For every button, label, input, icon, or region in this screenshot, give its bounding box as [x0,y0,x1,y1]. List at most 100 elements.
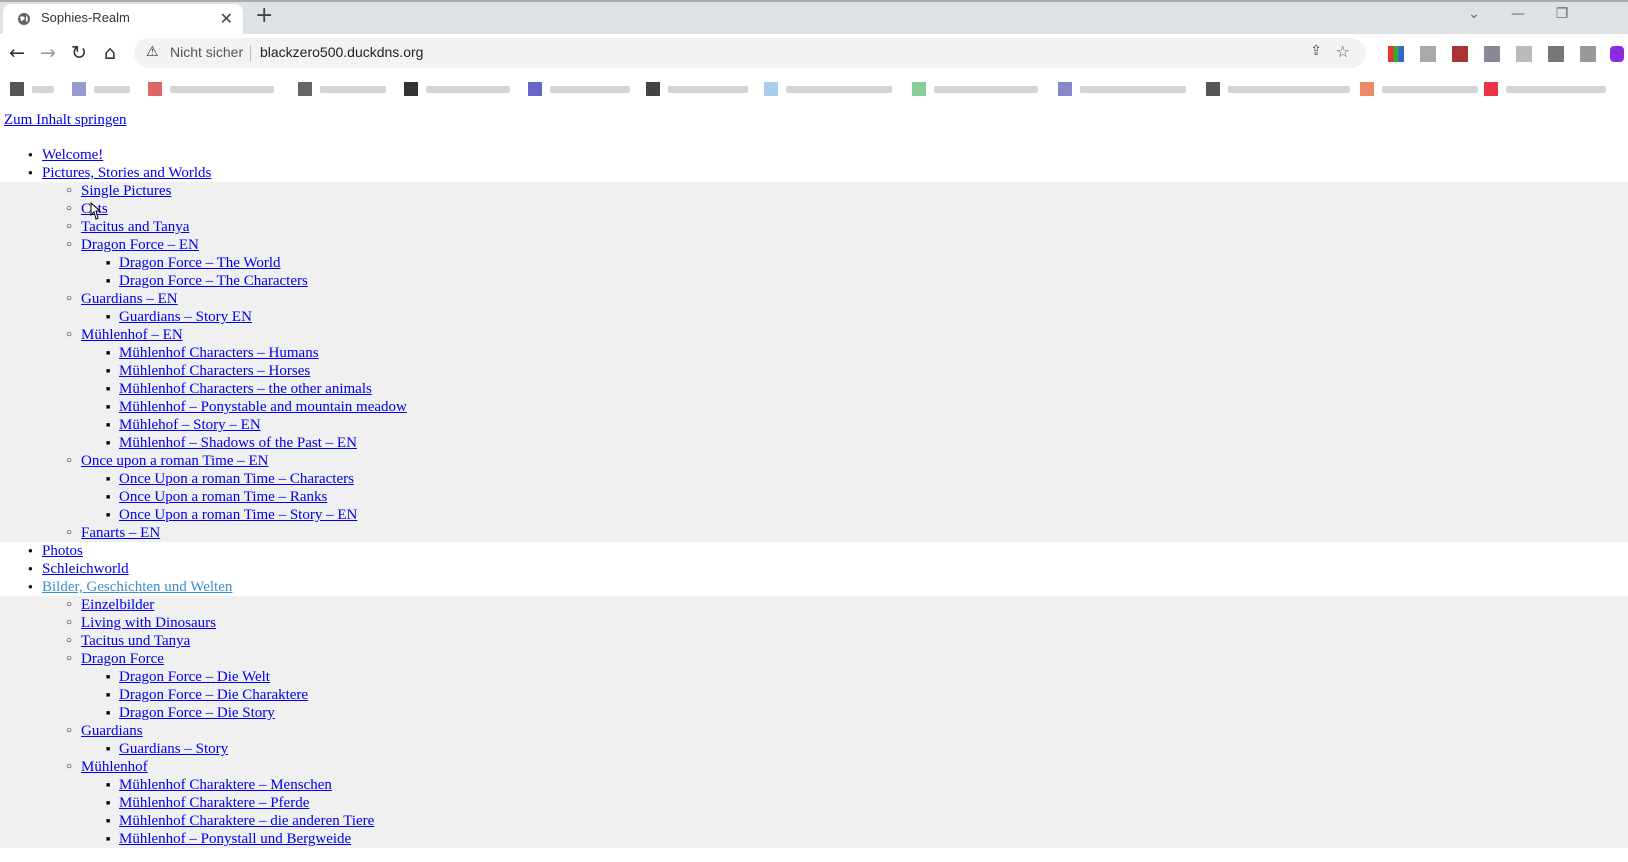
menu-link-muhlenhof-ponystable-and-mountain-meadow[interactable]: Mühlenhof – Ponystable and mountain mead… [119,398,407,416]
menu-item-muhlenhof-ponystable-and-mountain-meadow: ■ Mühlenhof – Ponystable and mountain mea… [0,398,1628,416]
address-bar[interactable]: ⚠ Nicht sicher blackzero500.duckdns.org … [134,38,1366,68]
restore-button[interactable]: ❐ [1540,0,1584,28]
mouse-cursor-icon [90,202,102,220]
menu-item-einzelbilder: ○ Einzelbilder [0,596,1628,614]
menu-link-muhlehof-story-en[interactable]: Mühlehof – Story – EN [119,416,261,434]
list-bullet-icon: ■ [106,403,111,411]
menu-link-once-upon-a-roman-time-ranks[interactable]: Once Upon a roman Time – Ranks [119,488,327,506]
menu-link-guardians[interactable]: Guardians [81,722,143,740]
menu-item-muhlenhof-characters-the-other-animals: ■ Mühlenhof Characters – the other animal… [0,380,1628,398]
list-bullet-icon: ○ [66,293,73,304]
menu-link-muhlenhof-charaktere-pferde[interactable]: Mühlenhof Charaktere – Pferde [119,794,309,812]
menu-item-dragon-force-die-charaktere: ■ Dragon Force – Die Charaktere [0,686,1628,704]
menu-link-muhlenhof-characters-humans[interactable]: Mühlenhof Characters – Humans [119,344,319,362]
list-bullet-icon: ■ [106,259,111,267]
extension-icon[interactable] [1484,46,1500,62]
menu-item-guardians-story: ■ Guardians – Story [0,740,1628,758]
bookmark-star-icon[interactable]: ☆ [1336,42,1350,61]
list-bullet-icon: ■ [106,493,111,501]
menu-link-pictures-stories-and-worlds[interactable]: Pictures, Stories and Worlds [42,164,211,182]
minimize-button[interactable]: — [1496,0,1540,28]
menu-link-dragon-force-die-charaktere[interactable]: Dragon Force – Die Charaktere [119,686,308,704]
tab-search-icon[interactable]: ⌄ [1452,0,1496,28]
extension-icon[interactable] [1388,46,1404,62]
menu-item-once-upon-a-roman-time-story-en: ■ Once Upon a roman Time – Story – EN [0,506,1628,524]
list-bullet-icon: ■ [106,745,111,753]
menu-link-once-upon-a-roman-time-characters[interactable]: Once Upon a roman Time – Characters [119,470,354,488]
menu-link-muhlenhof-charaktere-die-anderen-tiere[interactable]: Mühlenhof Charaktere – die anderen Tiere [119,812,374,830]
browser-tab[interactable]: Sophies-Realm ✕ [3,4,243,34]
primary-menu-en: ● Welcome! ● Pictures, Stories and Worlds ○ S… [0,146,1628,578]
extension-icon[interactable] [1420,46,1436,62]
tab-close-icon[interactable]: ✕ [220,9,233,28]
menu-link-bilder-geschichten-und-welten[interactable]: Bilder, Geschichten und Welten [42,578,232,596]
menu-link-single-pictures[interactable]: Single Pictures [81,182,171,200]
list-bullet-icon: ○ [66,239,73,250]
extension-icon[interactable] [1548,46,1564,62]
warning-icon[interactable]: ⚠ [146,44,159,60]
window-controls: ⌄—❐x [1452,0,1628,30]
menu-link-dragon-force-die-welt[interactable]: Dragon Force – Die Welt [119,668,270,686]
menu-link-muhlenhof-ponystall-und-bergweide[interactable]: Mühlenhof – Ponystall und Bergweide [119,830,351,848]
menu-link-muhlenhof-shadows-of-the-past-en[interactable]: Mühlenhof – Shadows of the Past – EN [119,434,357,452]
list-bullet-icon: ■ [106,349,111,357]
menu-item-guardians-story-en: ■ Guardians – Story EN [0,308,1628,326]
menu-link-dragon-force-the-characters[interactable]: Dragon Force – The Characters [119,272,308,290]
menu-link-welcome[interactable]: Welcome! [42,146,103,164]
back-button[interactable]: ← [6,42,28,64]
menu-item-schleichworld: ● Schleichworld [0,560,1628,578]
menu-link-einzelbilder[interactable]: Einzelbilder [81,596,154,614]
menu-link-muhlenhof-characters-the-other-animals[interactable]: Mühlenhof Characters – the other animals [119,380,372,398]
menu-item-welcome: ● Welcome! [0,146,1628,164]
new-tab-button[interactable]: + [255,3,273,28]
menu-link-muhlenhof-charaktere-menschen[interactable]: Mühlenhof Charaktere – Menschen [119,776,332,794]
menu-link-dragon-force-die-story[interactable]: Dragon Force – Die Story [119,704,275,722]
menu-link-living-with-dinosaurs[interactable]: Living with Dinosaurs [81,614,216,632]
menu-link-once-upon-a-roman-time-en[interactable]: Once upon a roman Time – EN [81,452,268,470]
list-bullet-icon: ○ [66,203,73,214]
security-label[interactable]: Nicht sicher [170,44,243,60]
menu-item-living-with-dinosaurs: ○ Living with Dinosaurs [0,614,1628,632]
menu-link-dragon-force[interactable]: Dragon Force [81,650,164,668]
list-bullet-icon: ■ [106,439,111,447]
home-button[interactable]: ⌂ [99,42,121,64]
url-text[interactable]: blackzero500.duckdns.org [260,44,423,60]
list-bullet-icon: ○ [66,455,73,466]
menu-link-schleichworld[interactable]: Schleichworld [42,560,129,578]
address-separator [250,45,251,61]
menu-link-guardians-story[interactable]: Guardians – Story [119,740,228,758]
page-content: Zum Inhalt springen ● Welcome! ● Pictures, … [0,106,1628,862]
menu-link-muhlenhof-characters-horses[interactable]: Mühlenhof Characters – Horses [119,362,310,380]
menu-link-dragon-force-the-world[interactable]: Dragon Force – The World [119,254,281,272]
menu-item-muhlenhof-charaktere-pferde: ■ Mühlenhof Charaktere – Pferde [0,794,1628,812]
menu-link-fanarts-en[interactable]: Fanarts – EN [81,524,160,542]
list-bullet-icon: ● [28,546,33,555]
extension-icon[interactable] [1452,46,1468,62]
menu-link-guardians-story-en[interactable]: Guardians – Story EN [119,308,252,326]
list-bullet-icon: ■ [106,385,111,393]
share-icon[interactable]: ⇪ [1310,43,1322,59]
browser-toolbar: ← → ↻ ⌂ ⚠ Nicht sicher blackzero500.duck… [0,34,1628,72]
list-bullet-icon: ● [28,150,33,159]
menu-link-tacitus-und-tanya[interactable]: Tacitus und Tanya [81,632,190,650]
list-bullet-icon: ■ [106,673,111,681]
menu-link-dragon-force-en[interactable]: Dragon Force – EN [81,236,199,254]
menu-link-photos[interactable]: Photos [42,542,83,560]
extension-icon[interactable] [1580,46,1596,62]
forward-button[interactable]: → [37,42,59,64]
menu-link-once-upon-a-roman-time-story-en[interactable]: Once Upon a roman Time – Story – EN [119,506,357,524]
menu-link-guardians-en[interactable]: Guardians – EN [81,290,178,308]
list-bullet-icon: ○ [66,635,73,646]
menu-link-muhlenhof[interactable]: Mühlenhof [81,758,148,776]
profile-avatar[interactable] [1610,46,1624,62]
list-bullet-icon: ○ [66,761,73,772]
list-bullet-icon: ● [28,582,33,591]
menu-link-muhlenhof-en[interactable]: Mühlenhof – EN [81,326,183,344]
menu-item-pictures-stories-and-worlds: ● Pictures, Stories and Worlds [0,164,1628,182]
reload-button[interactable]: ↻ [68,42,90,64]
extension-icon[interactable] [1516,46,1532,62]
menu-item-dragon-force-en: ○ Dragon Force – EN [0,236,1628,254]
list-bullet-icon: ■ [106,691,111,699]
skip-to-content-link[interactable]: Zum Inhalt springen [4,112,126,129]
list-bullet-icon: ■ [106,367,111,375]
